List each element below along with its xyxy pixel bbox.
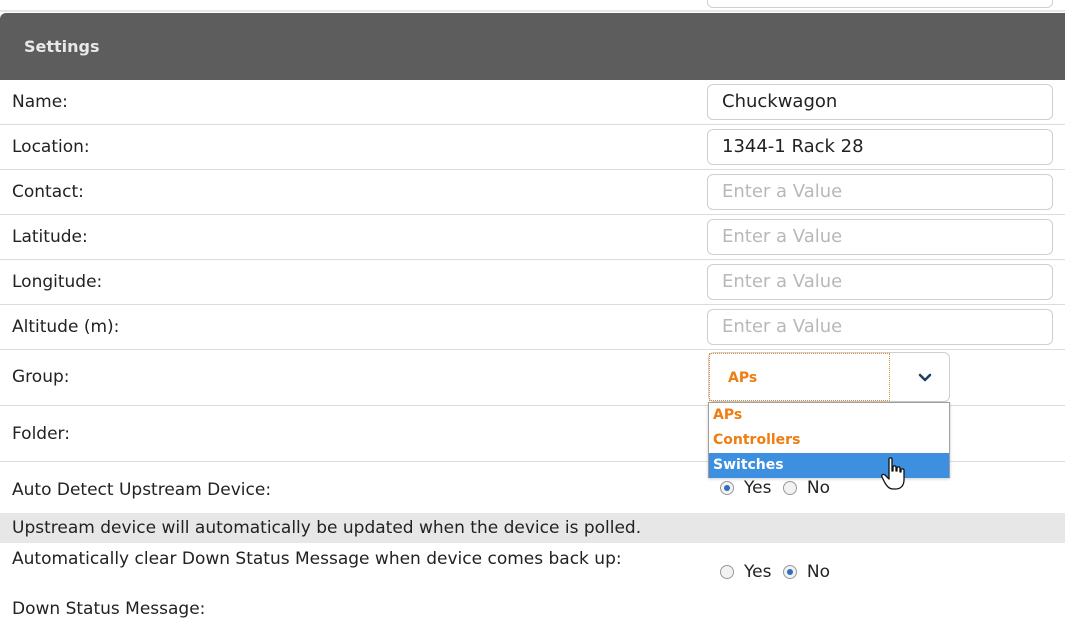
location-label: Location: bbox=[12, 137, 90, 157]
longitude-field[interactable]: Enter a Value bbox=[707, 264, 1053, 300]
group-label: Group: bbox=[12, 367, 70, 387]
name-label: Name: bbox=[12, 92, 68, 112]
auto-detect-yes-label[interactable]: Yes bbox=[744, 478, 771, 498]
name-field[interactable]: Chuckwagon bbox=[707, 84, 1053, 120]
upstream-note: Upstream device will automatically be up… bbox=[0, 513, 1065, 543]
chevron-down-icon[interactable] bbox=[917, 370, 933, 386]
auto-clear-yes-radio[interactable] bbox=[720, 565, 734, 579]
auto-detect-no-label[interactable]: No bbox=[807, 478, 830, 498]
folder-label: Folder: bbox=[12, 424, 70, 444]
previous-section-edge bbox=[0, 0, 1065, 13]
latitude-label: Latitude: bbox=[12, 227, 88, 247]
auto-detect-options: Yes No bbox=[720, 478, 836, 498]
longitude-row: Longitude: Enter a Value bbox=[0, 260, 1065, 305]
altitude-field[interactable]: Enter a Value bbox=[707, 309, 1053, 345]
down-status-row: Down Status Message: bbox=[0, 595, 1065, 629]
location-field[interactable]: 1344-1 Rack 28 bbox=[707, 129, 1053, 165]
location-row: Location: 1344-1 Rack 28 bbox=[0, 125, 1065, 170]
longitude-label: Longitude: bbox=[12, 272, 103, 292]
down-status-label: Down Status Message: bbox=[12, 599, 206, 619]
contact-row: Contact: Enter a Value bbox=[0, 170, 1065, 215]
auto-clear-options: Yes No bbox=[720, 562, 836, 582]
previous-input-edge[interactable] bbox=[707, 0, 1053, 8]
group-option-switches[interactable]: Switches bbox=[709, 453, 949, 478]
group-select[interactable]: APs bbox=[708, 352, 950, 402]
name-row: Name: Chuckwagon bbox=[0, 80, 1065, 125]
auto-clear-no-label[interactable]: No bbox=[807, 562, 830, 582]
auto-clear-yes-label[interactable]: Yes bbox=[744, 562, 771, 582]
auto-detect-yes-radio[interactable] bbox=[720, 481, 734, 495]
auto-clear-no-radio[interactable] bbox=[782, 565, 797, 579]
group-selected-value: APs bbox=[709, 353, 890, 401]
panel-title: Settings bbox=[24, 37, 100, 56]
contact-field[interactable]: Enter a Value bbox=[707, 174, 1053, 210]
latitude-row: Latitude: Enter a Value bbox=[0, 215, 1065, 260]
auto-clear-row: Automatically clear Down Status Message … bbox=[0, 543, 1065, 595]
auto-clear-label: Automatically clear Down Status Message … bbox=[12, 549, 622, 569]
auto-detect-no-radio[interactable] bbox=[782, 481, 797, 495]
hand-pointer-icon bbox=[881, 457, 905, 490]
group-option-controllers[interactable]: Controllers bbox=[709, 428, 949, 453]
settings-header: Settings bbox=[0, 13, 1065, 80]
auto-detect-label: Auto Detect Upstream Device: bbox=[12, 480, 272, 500]
group-option-aps[interactable]: APs bbox=[709, 403, 949, 428]
divider bbox=[0, 10, 1065, 12]
contact-label: Contact: bbox=[12, 182, 84, 202]
altitude-label: Altitude (m): bbox=[12, 317, 120, 337]
altitude-row: Altitude (m): Enter a Value bbox=[0, 305, 1065, 350]
group-dropdown-list: APs Controllers Switches bbox=[708, 402, 950, 478]
latitude-field[interactable]: Enter a Value bbox=[707, 219, 1053, 255]
